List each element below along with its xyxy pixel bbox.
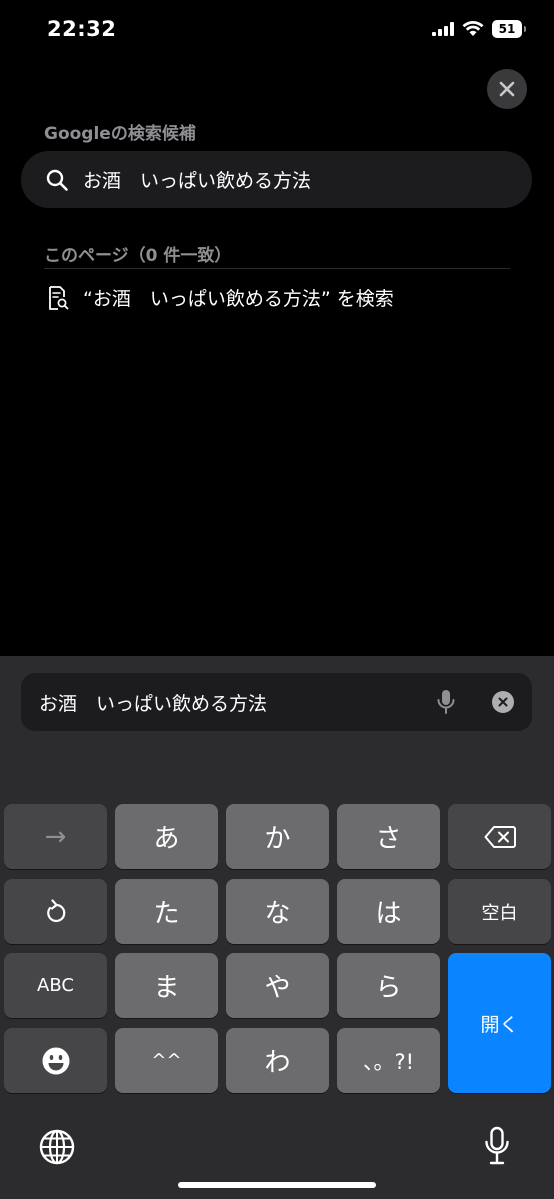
key-wa[interactable]: わ <box>226 1028 329 1093</box>
divider <box>44 268 510 269</box>
key-ha[interactable]: は <box>337 879 440 944</box>
find-in-page-text: “お酒 いっぱい飲める方法” を検索 <box>83 288 394 310</box>
abc-key[interactable]: ABC <box>4 953 107 1018</box>
status-icons: 51 <box>432 20 526 38</box>
status-time: 22:32 <box>47 17 117 41</box>
address-search-field[interactable] <box>21 673 532 731</box>
undo-icon <box>46 898 65 922</box>
backspace-icon <box>484 825 516 848</box>
document-search-icon <box>49 285 69 310</box>
globe-icon[interactable] <box>38 1128 76 1166</box>
key-ta[interactable]: た <box>115 879 218 944</box>
undo-key[interactable] <box>4 879 107 944</box>
key-punctuation[interactable]: 、。?! <box>337 1028 440 1093</box>
battery-indicator: 51 <box>492 20 526 38</box>
open-key[interactable]: 開く <box>448 953 551 1093</box>
key-na[interactable]: な <box>226 879 329 944</box>
find-in-page-item[interactable]: “お酒 いっぱい飲める方法” を検索 <box>47 284 394 311</box>
google-suggestions-label: Googleの検索候補 <box>44 124 196 144</box>
space-key[interactable]: 空白 <box>448 879 551 944</box>
cellular-signal-icon <box>432 22 454 36</box>
suggestion-text: お酒 いっぱい飲める方法 <box>83 170 312 192</box>
key-sa[interactable]: さ <box>337 804 440 869</box>
key-ya[interactable]: や <box>226 953 329 1018</box>
clear-icon <box>498 697 508 707</box>
close-icon <box>499 81 515 97</box>
backspace-key[interactable] <box>448 804 551 869</box>
on-this-page-label: このページ（0 件一致） <box>44 246 232 266</box>
emoji-key[interactable] <box>4 1028 107 1093</box>
key-ra[interactable]: ら <box>337 953 440 1018</box>
clear-button[interactable] <box>492 691 514 713</box>
key-a[interactable]: あ <box>115 804 218 869</box>
search-icon <box>46 169 68 191</box>
dictation-mic-icon[interactable] <box>484 1126 510 1166</box>
search-input[interactable] <box>39 691 419 713</box>
key-arrow[interactable]: → <box>4 804 107 869</box>
key-ma[interactable]: ま <box>115 953 218 1018</box>
home-indicator <box>178 1182 376 1188</box>
keyboard-area: → あ か さ た な は 空白 ABC ま や ら 開く ^^ わ 、。?! <box>0 656 554 1199</box>
google-suggestion-item[interactable]: お酒 いっぱい飲める方法 <box>21 151 532 208</box>
mic-icon[interactable] <box>436 689 456 715</box>
status-bar: 22:32 51 <box>0 0 554 60</box>
key-ka[interactable]: か <box>226 804 329 869</box>
wifi-icon <box>462 21 484 36</box>
key-kaomoji[interactable]: ^^ <box>115 1028 218 1093</box>
emoji-icon <box>42 1047 69 1074</box>
close-button[interactable] <box>487 69 527 109</box>
